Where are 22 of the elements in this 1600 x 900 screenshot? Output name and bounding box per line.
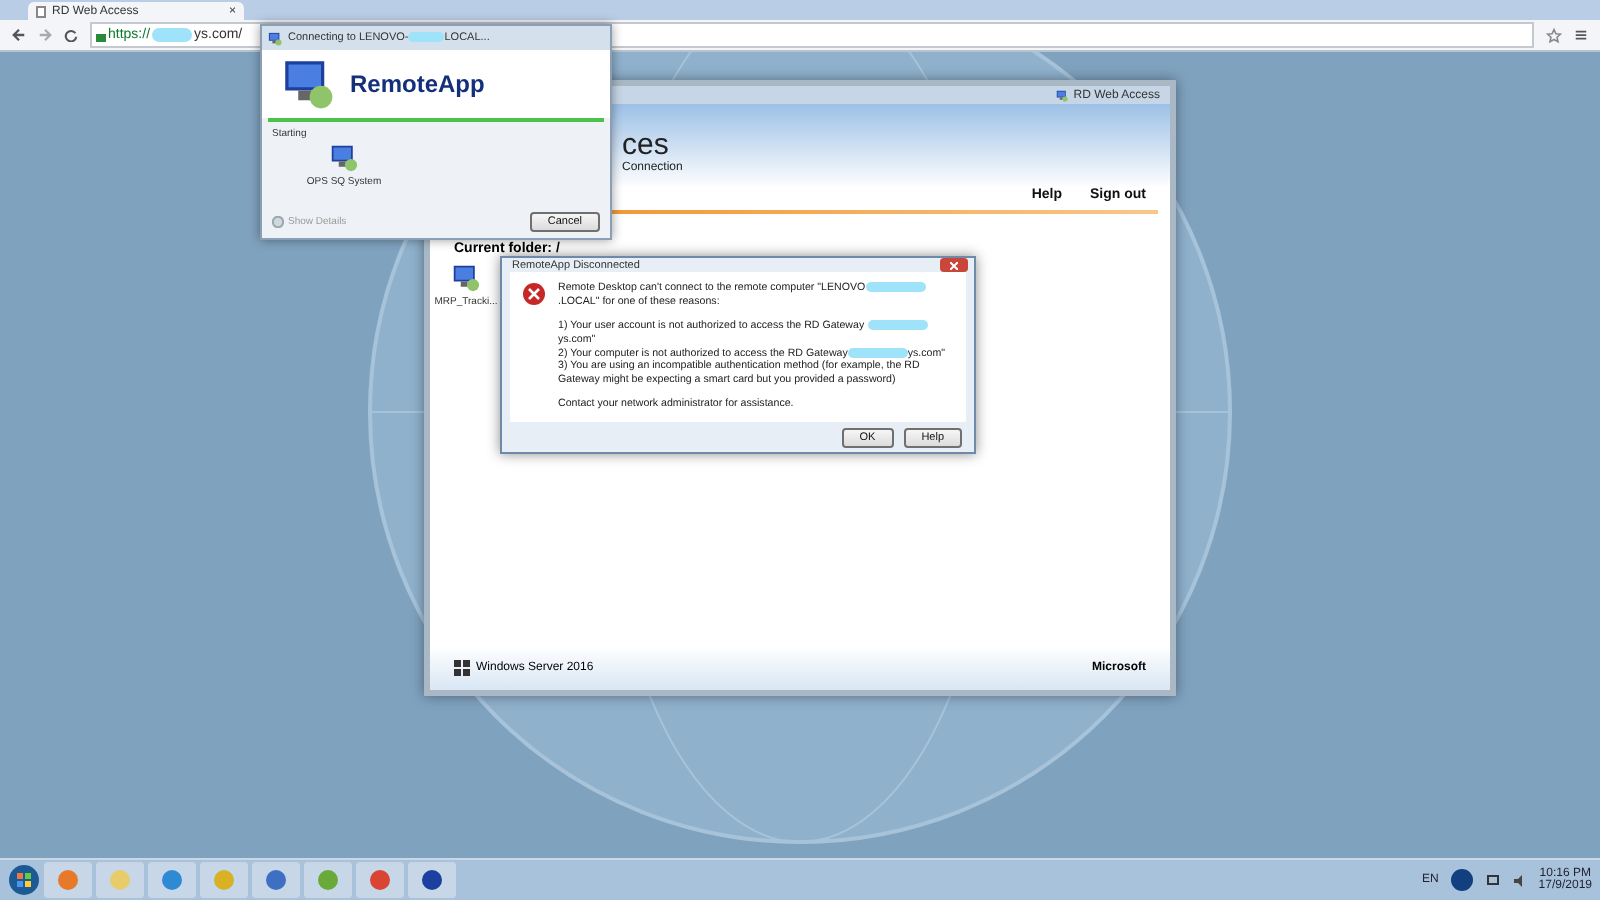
speaker-icon[interactable]	[1512, 873, 1527, 887]
redaction-mark	[152, 28, 193, 42]
error-icon	[522, 282, 546, 306]
app-icon	[1055, 89, 1068, 101]
windows-logo-icon	[454, 660, 470, 676]
reload-icon[interactable]	[64, 28, 78, 42]
taskbar-button[interactable]	[356, 862, 404, 898]
star-icon[interactable]	[1546, 27, 1562, 43]
close-button[interactable]	[940, 258, 968, 272]
back-icon[interactable]	[12, 28, 26, 42]
taskbar-button[interactable]	[252, 862, 300, 898]
expand-icon	[272, 216, 284, 228]
menu-icon[interactable]	[1574, 28, 1588, 42]
network-icon[interactable]	[1486, 873, 1501, 887]
start-button-icon[interactable]	[8, 864, 40, 896]
dialog-heading: RemoteApp	[350, 70, 485, 98]
app-icon	[330, 144, 358, 172]
taskbar-button[interactable]	[408, 862, 456, 898]
page-heading: ces	[622, 128, 669, 162]
app-icon	[452, 264, 480, 292]
app-icon	[268, 31, 282, 45]
lock-icon	[96, 29, 106, 41]
